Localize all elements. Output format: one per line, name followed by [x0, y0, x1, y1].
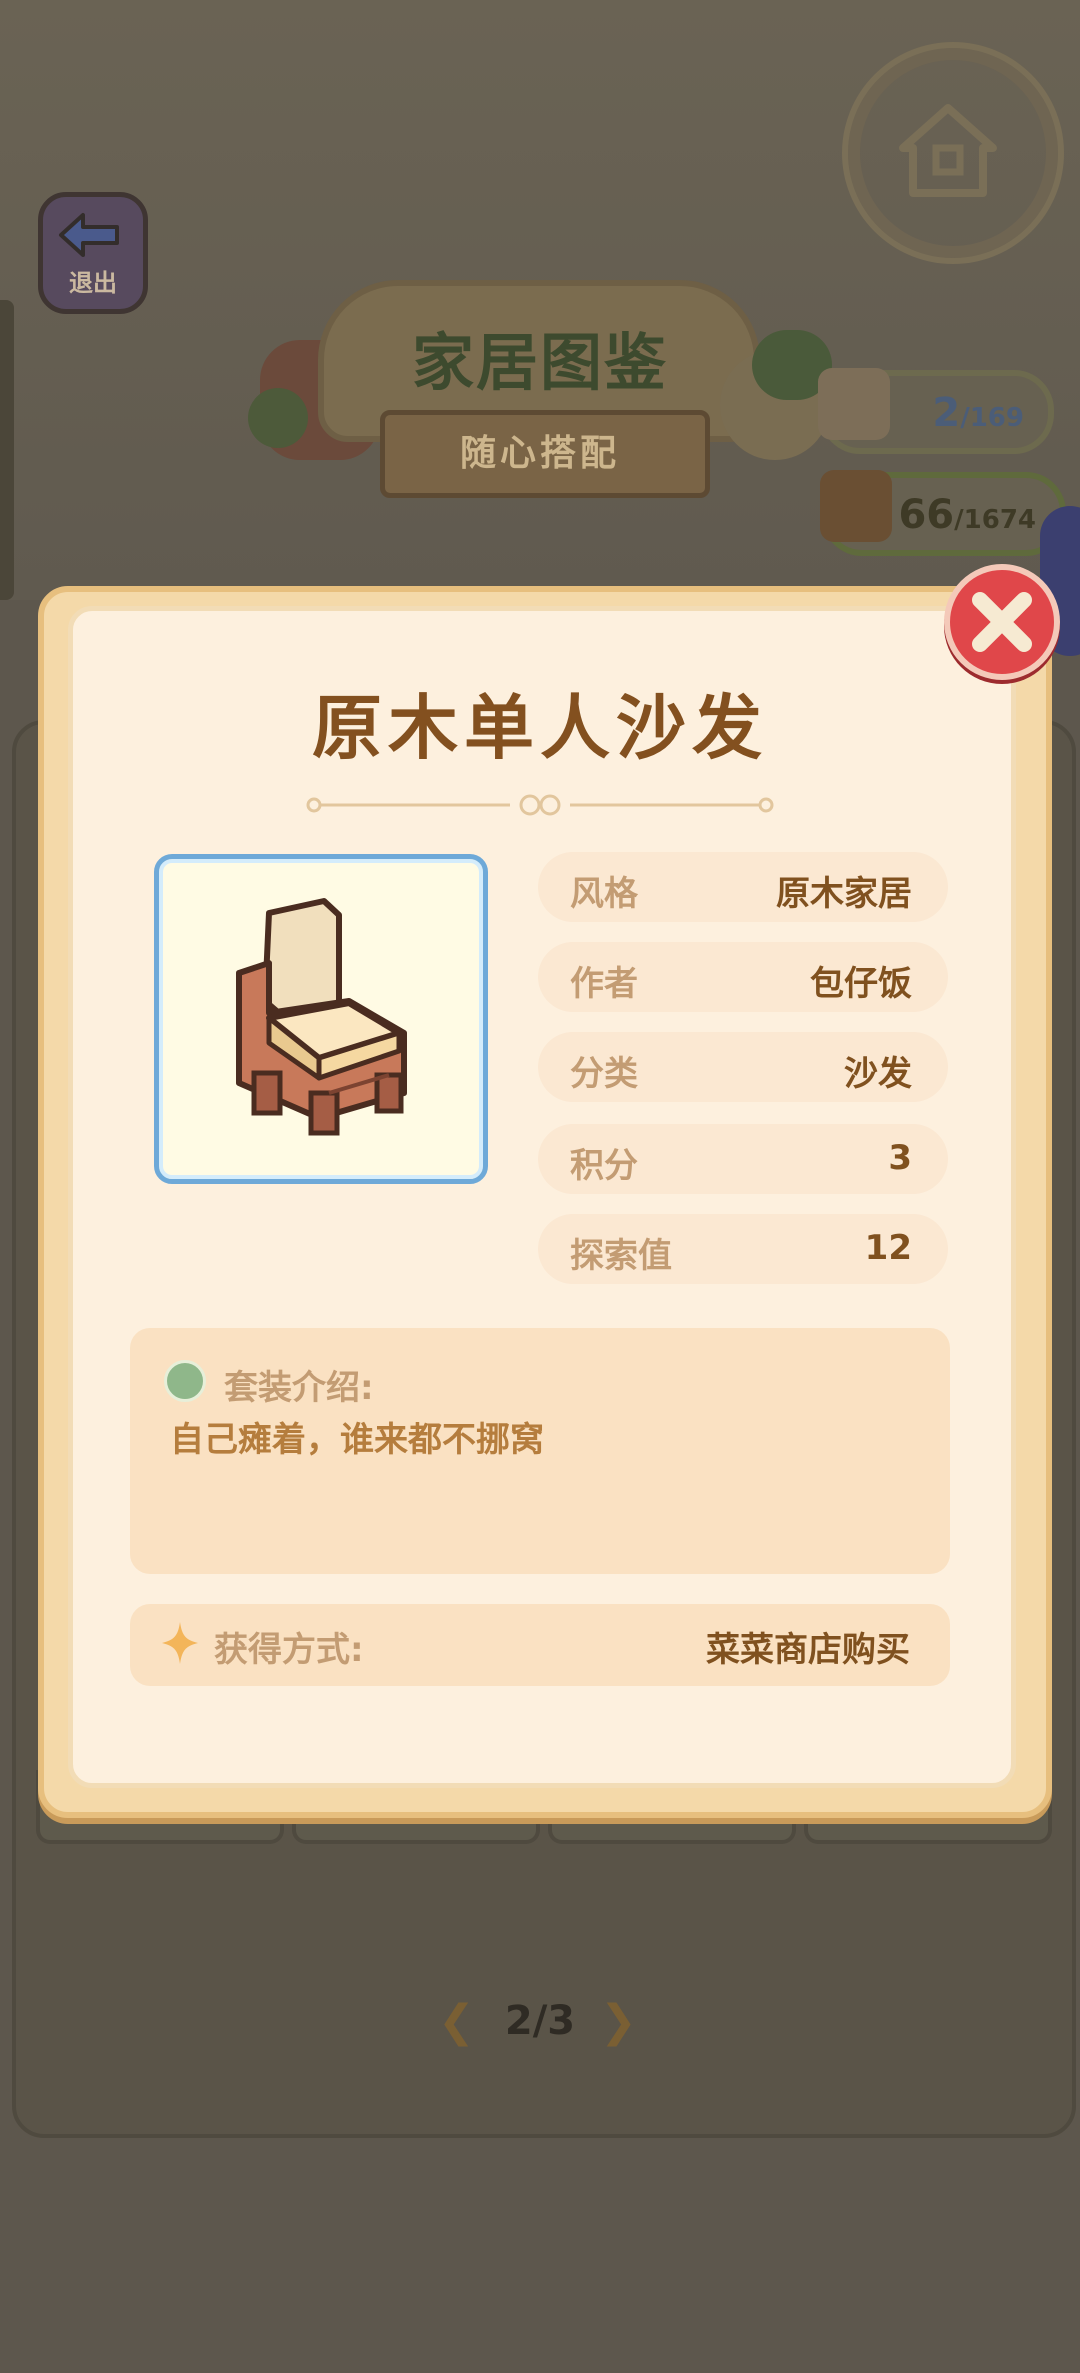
sparkle-icon — [162, 1622, 198, 1664]
attribute-row-exploration: 探索值 12 — [538, 1214, 948, 1284]
wooden-armchair-icon — [236, 898, 407, 1136]
exit-label: 退出 — [69, 269, 117, 297]
counter-value: 66 — [898, 492, 955, 538]
item-title: 原木单人沙发 — [312, 687, 768, 769]
item-image-frame — [154, 854, 488, 1184]
attribute-label: 探索值 — [570, 1236, 672, 1276]
house-icon — [899, 104, 997, 197]
rainbow-icon — [818, 368, 890, 440]
home-button[interactable] — [842, 42, 1064, 264]
obtain-heading: 获得方式: — [214, 1630, 364, 1670]
page-subtitle: 随心搭配 — [459, 433, 620, 474]
counter-total: /169 — [960, 403, 1024, 433]
page-indicator: 2/3 — [504, 1998, 576, 2044]
description-heading: 套装介绍: — [224, 1368, 374, 1408]
description-text: 自己瘫着，谁来都不挪窝 — [170, 1420, 544, 1460]
close-icon — [972, 592, 1032, 652]
attribute-row-category: 分类 沙发 — [538, 1032, 948, 1102]
attribute-label: 分类 — [570, 1054, 638, 1094]
counter-total: /1674 — [954, 505, 1036, 535]
close-button[interactable] — [944, 564, 1060, 680]
attribute-value: 沙发 — [844, 1054, 912, 1094]
attribute-value: 12 — [864, 1228, 912, 1268]
prev-page-icon[interactable]: ❮ — [438, 1996, 475, 2047]
attribute-label: 积分 — [570, 1146, 638, 1186]
attribute-row-author: 作者 包仔饭 — [538, 942, 948, 1012]
side-drawer-tab[interactable] — [0, 300, 14, 600]
attribute-row-style: 风格 原木家居 — [538, 852, 948, 922]
attribute-value: 原木家居 — [776, 874, 912, 914]
collection-counter[interactable]: 2/169 — [818, 368, 1054, 454]
points-counter[interactable]: 66/1674 — [820, 470, 1066, 556]
back-arrow-icon — [59, 213, 119, 257]
plant-decoration — [248, 388, 308, 448]
obtain-value: 菜菜商店购买 — [706, 1630, 910, 1670]
attribute-row-points: 积分 3 — [538, 1124, 948, 1194]
attribute-label: 风格 — [570, 874, 638, 914]
attribute-value: 包仔饭 — [810, 964, 912, 1004]
leaf-dot-icon — [164, 1360, 206, 1402]
next-page-icon[interactable]: ❯ — [600, 1996, 637, 2047]
attribute-label: 作者 — [570, 964, 638, 1004]
counter-value: 2 — [932, 390, 961, 436]
attribute-value: 3 — [888, 1138, 912, 1178]
ornament-divider — [306, 794, 774, 816]
book-icon — [820, 470, 892, 542]
exit-button[interactable]: 退出 — [38, 192, 148, 314]
page-title: 家居图鉴 — [411, 326, 668, 399]
